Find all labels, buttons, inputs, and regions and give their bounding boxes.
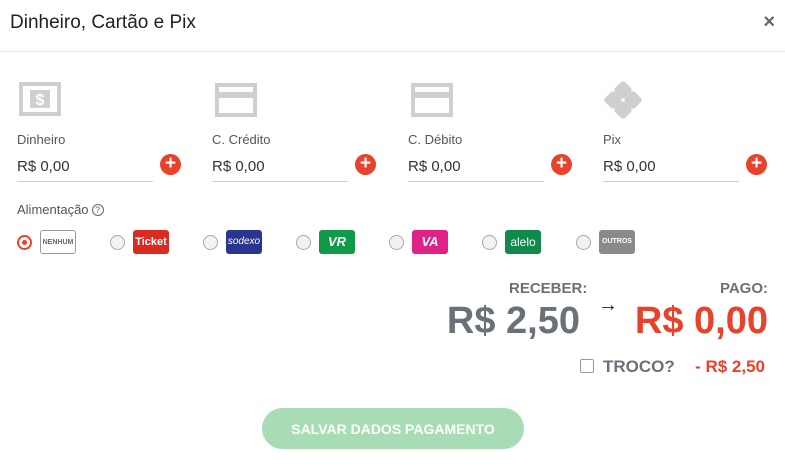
- vr-logo: VR: [319, 230, 355, 254]
- pago-value: R$ 0,00: [634, 300, 768, 342]
- add-dinheiro-button[interactable]: +: [160, 154, 181, 175]
- troco-label: TROCO?: [603, 357, 675, 376]
- nenhum-logo: NENHUM: [40, 230, 76, 254]
- save-payment-button[interactable]: SALVAR DADOS PAGAMENTO: [262, 408, 524, 449]
- dialog-title: Dinheiro, Cartão e Pix: [10, 12, 196, 33]
- voucher-radio[interactable]: [389, 235, 404, 250]
- pix-icon: [604, 81, 642, 119]
- debito-input[interactable]: [408, 152, 544, 182]
- receber-value: R$ 2,50: [446, 300, 580, 342]
- voucher-option-sodexo[interactable]: sodexo: [203, 230, 268, 255]
- ticket-logo: Ticket: [133, 230, 169, 254]
- method-pix: Pix +: [603, 80, 773, 185]
- voucher-radio[interactable]: [203, 235, 218, 250]
- pix-input[interactable]: [603, 152, 739, 182]
- voucher-radio[interactable]: [576, 235, 591, 250]
- troco-value: - R$ 2,50: [695, 357, 765, 376]
- method-dinheiro: $ Dinheiro +: [17, 80, 187, 185]
- alimentacao-label: Alimentação?: [17, 202, 104, 217]
- sodexo-logo: sodexo: [226, 230, 262, 254]
- dialog-header: Dinheiro, Cartão e Pix ×: [0, 0, 785, 52]
- voucher-radio[interactable]: [110, 235, 125, 250]
- credito-input[interactable]: [212, 152, 348, 182]
- method-credito: C. Crédito +: [212, 80, 382, 185]
- method-label: C. Débito: [408, 132, 463, 147]
- method-label: C. Crédito: [212, 132, 271, 147]
- alimentacao-text: Alimentação: [17, 202, 89, 217]
- voucher-radio[interactable]: [296, 235, 311, 250]
- voucher-option-vr[interactable]: VR: [296, 230, 361, 255]
- close-icon[interactable]: ×: [763, 12, 775, 32]
- add-debito-button[interactable]: +: [551, 154, 572, 175]
- debit-card-icon: [411, 83, 453, 117]
- add-credito-button[interactable]: +: [355, 154, 376, 175]
- voucher-option-outros[interactable]: OUTROS: [576, 230, 641, 255]
- voucher-radio[interactable]: [482, 235, 497, 250]
- va-logo: VA: [412, 230, 448, 254]
- voucher-radio[interactable]: [17, 235, 32, 250]
- receber-label: RECEBER:: [509, 280, 588, 297]
- voucher-option-va[interactable]: VA: [389, 230, 454, 255]
- dinheiro-input[interactable]: [17, 152, 153, 182]
- arrow-right-icon: →: [598, 294, 618, 316]
- troco-checkbox[interactable]: [580, 359, 594, 373]
- credit-card-icon: [215, 83, 257, 117]
- cash-icon: $: [19, 82, 61, 116]
- voucher-option-nenhum[interactable]: NENHUM: [17, 230, 82, 255]
- alelo-logo: alelo: [505, 230, 541, 254]
- method-label: Dinheiro: [17, 132, 66, 147]
- method-label: Pix: [603, 132, 622, 147]
- svg-text:$: $: [36, 92, 45, 109]
- add-pix-button[interactable]: +: [746, 154, 767, 175]
- voucher-option-ticket[interactable]: Ticket: [110, 230, 175, 255]
- help-icon[interactable]: ?: [91, 204, 104, 216]
- outros-logo: OUTROS: [599, 230, 635, 254]
- voucher-option-alelo[interactable]: alelo: [482, 230, 547, 255]
- pago-label: PAGO:: [719, 280, 768, 297]
- method-debito: C. Débito +: [408, 80, 578, 185]
